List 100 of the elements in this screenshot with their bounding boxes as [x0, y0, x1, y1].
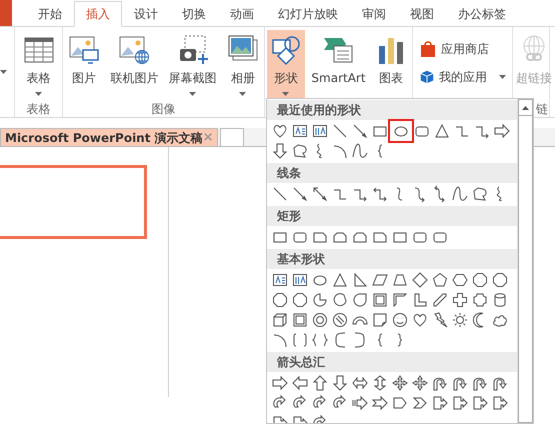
shape-option[interactable] — [270, 373, 290, 393]
octagon-icon — [492, 272, 508, 288]
shape-option[interactable] — [270, 141, 290, 161]
ribbon-tab[interactable]: 办公标签 — [446, 1, 518, 27]
lightning-bolt-icon — [432, 312, 448, 328]
text-box-icon — [292, 123, 308, 139]
curve-icon — [352, 143, 368, 159]
right-arrow-icon — [494, 123, 510, 139]
folded-corner-icon — [372, 312, 388, 328]
ribbon-tab[interactable]: 视图 — [398, 1, 446, 27]
shape-option[interactable] — [492, 121, 512, 141]
curve-icon — [452, 186, 468, 202]
shape-option[interactable] — [330, 310, 350, 330]
striped-arrow-icon — [352, 395, 368, 411]
freeform-shape-icon — [472, 186, 488, 202]
ribbon-button[interactable]: 图表 — [372, 30, 410, 100]
trapezoid-icon — [392, 272, 408, 288]
arrow-line-icon — [352, 123, 368, 139]
triangle-icon — [434, 123, 450, 139]
shape-option[interactable] — [330, 373, 350, 393]
line-shape-icon — [272, 186, 288, 202]
slide-thumbnail[interactable] — [0, 165, 147, 239]
shape-option[interactable] — [450, 290, 470, 310]
section-header: 矩形 — [267, 206, 517, 226]
text-box-icon — [272, 272, 288, 288]
ribbon-tab[interactable]: 切换 — [170, 1, 218, 27]
callout-arrow-icon — [452, 395, 468, 411]
scroll-up-button[interactable] — [518, 99, 533, 116]
shape-option[interactable] — [490, 270, 510, 290]
elbow-double-arrow-icon — [372, 186, 388, 202]
ribbon-button[interactable]: 联机图片 — [107, 30, 162, 100]
cube-icon — [272, 312, 288, 328]
section-header: 箭头总汇 — [267, 352, 517, 372]
ribbon-button[interactable]: 图片 — [65, 30, 104, 100]
cube-icon — [419, 68, 435, 86]
ribbon-button[interactable]: 形状 — [266, 30, 305, 100]
ribbon-tab[interactable]: 幻灯片放映 — [266, 1, 350, 27]
section-header: 基本形状 — [267, 249, 517, 269]
heart-icon — [412, 312, 428, 328]
u-turn-arrow-icon — [452, 375, 468, 391]
chevron-icon — [412, 395, 428, 411]
store-bag-icon — [419, 40, 437, 58]
arc-icon — [332, 143, 348, 159]
half-frame-icon — [392, 292, 408, 308]
triangle-icon — [332, 272, 348, 288]
notched-arrow-icon — [372, 395, 388, 411]
sun-icon — [452, 312, 468, 328]
shape-option[interactable] — [390, 373, 410, 393]
shape-option[interactable] — [350, 393, 370, 413]
caret-icon — [0, 70, 7, 74]
line-shape-icon — [332, 123, 348, 139]
section-header: 最近使用的形状 — [267, 100, 517, 120]
shape-option[interactable] — [390, 310, 410, 330]
selected-shape-option[interactable] — [390, 121, 412, 141]
four-way-arrow-icon — [392, 375, 408, 391]
ribbon-button[interactable]: 相册 — [224, 30, 262, 100]
group-label: 链 — [536, 101, 548, 118]
ribbon-tab[interactable]: 设计 — [122, 1, 170, 27]
ribbon-tab[interactable]: 动画 — [218, 1, 266, 27]
ribbon-button[interactable]: 表格 — [20, 30, 58, 100]
ribbon-tab[interactable]: 开始 — [26, 1, 74, 27]
shape-option[interactable] — [470, 270, 490, 290]
vertical-text-box-icon — [292, 272, 308, 288]
shape-option[interactable] — [450, 184, 470, 204]
freeform-shape-icon — [292, 143, 308, 159]
section-header: 线条 — [267, 163, 517, 183]
ribbon-tab[interactable]: 插入 — [74, 1, 122, 27]
shape-option[interactable] — [290, 373, 310, 393]
shape-option[interactable] — [310, 373, 330, 393]
arrow-line-icon — [292, 186, 308, 202]
shape-option[interactable] — [450, 310, 470, 330]
shape-option[interactable] — [290, 290, 310, 310]
shape-option[interactable] — [270, 290, 290, 310]
up-arrow-icon — [522, 106, 529, 110]
four-way-arrow-icon — [412, 375, 428, 391]
shape-option[interactable] — [410, 270, 430, 290]
smiley-icon — [392, 312, 408, 328]
diamond-icon — [412, 272, 428, 288]
picture-icon — [68, 34, 100, 66]
right-arrow-icon — [272, 375, 288, 391]
ribbon-button[interactable]: 屏幕截图 — [166, 30, 220, 100]
document-tab[interactable]: Microsoft PowerPoint 演示文稿× — [0, 128, 218, 147]
shape-option[interactable] — [310, 310, 330, 330]
brace-pair-icon — [312, 332, 328, 348]
no-symbol-icon — [332, 312, 348, 328]
app-button[interactable]: 应用商店 — [419, 40, 506, 58]
chord-icon — [332, 292, 348, 308]
shape-option[interactable] — [370, 393, 390, 413]
left-arrow-icon — [292, 375, 308, 391]
callout-arrow-icon — [492, 395, 508, 411]
frame-icon — [292, 312, 308, 328]
ribbon-button[interactable]: SmartArt — [308, 30, 369, 100]
shape-option[interactable] — [410, 373, 430, 393]
frame-icon — [372, 292, 388, 308]
shape-option[interactable] — [350, 141, 370, 161]
scrollbar[interactable] — [517, 99, 533, 423]
app-button[interactable]: 我的应用 — [419, 68, 506, 86]
callout-arrow-icon — [432, 395, 448, 411]
ribbon-tab[interactable]: 审阅 — [350, 1, 398, 27]
shapes-icon — [270, 34, 302, 66]
